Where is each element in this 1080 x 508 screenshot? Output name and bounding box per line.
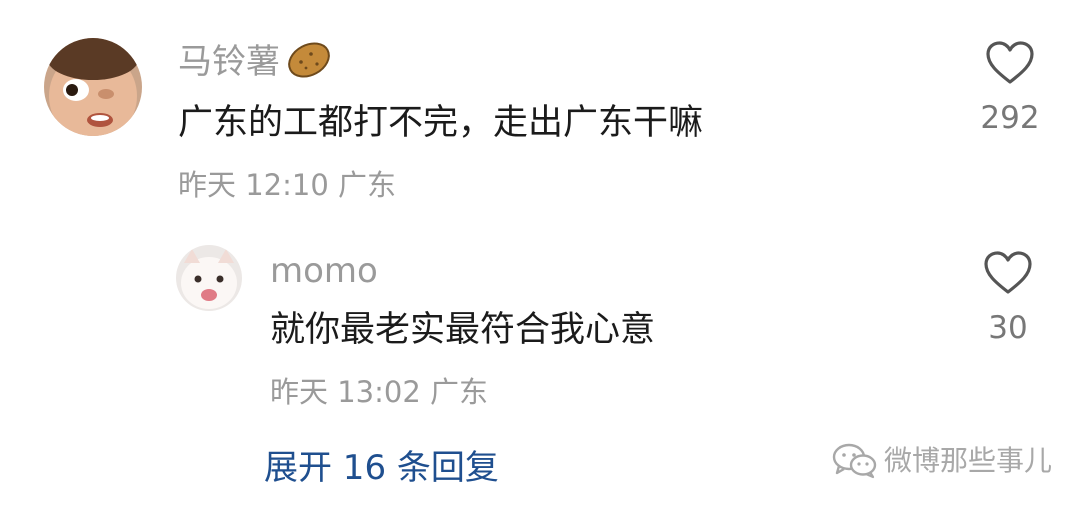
like-group: 292 bbox=[968, 40, 1052, 136]
reply-time: 昨天 13:02 bbox=[270, 375, 421, 409]
comment-meta: 昨天 12:10 广东 bbox=[178, 167, 396, 203]
expand-replies-link[interactable]: 展开 16 条回复 bbox=[264, 448, 499, 488]
like-count: 292 bbox=[980, 100, 1040, 136]
watermark: 微博那些事儿 bbox=[832, 443, 1052, 479]
avatar[interactable] bbox=[44, 38, 142, 136]
reply-username[interactable]: momo bbox=[270, 251, 378, 291]
wechat-icon bbox=[832, 443, 884, 479]
heart-icon[interactable] bbox=[983, 250, 1033, 296]
reply-location: 广东 bbox=[430, 375, 489, 409]
potato-emoji-icon bbox=[286, 40, 332, 84]
avatar[interactable] bbox=[176, 245, 242, 311]
comment-text: 广东的工都打不完，走出广东干嘛 bbox=[178, 103, 704, 143]
reply-meta: 昨天 13:02 广东 bbox=[270, 374, 488, 410]
comment-time: 昨天 12:10 bbox=[178, 168, 329, 202]
heart-icon[interactable] bbox=[985, 40, 1035, 86]
watermark-text: 微博那些事儿 bbox=[884, 444, 1053, 477]
reply-text: 就你最老实最符合我心意 bbox=[270, 310, 656, 350]
reply-like-count: 30 bbox=[988, 310, 1028, 346]
reply-like-group: 30 bbox=[966, 250, 1050, 346]
comment-location: 广东 bbox=[338, 168, 397, 202]
username[interactable]: 马铃薯 bbox=[178, 42, 280, 82]
